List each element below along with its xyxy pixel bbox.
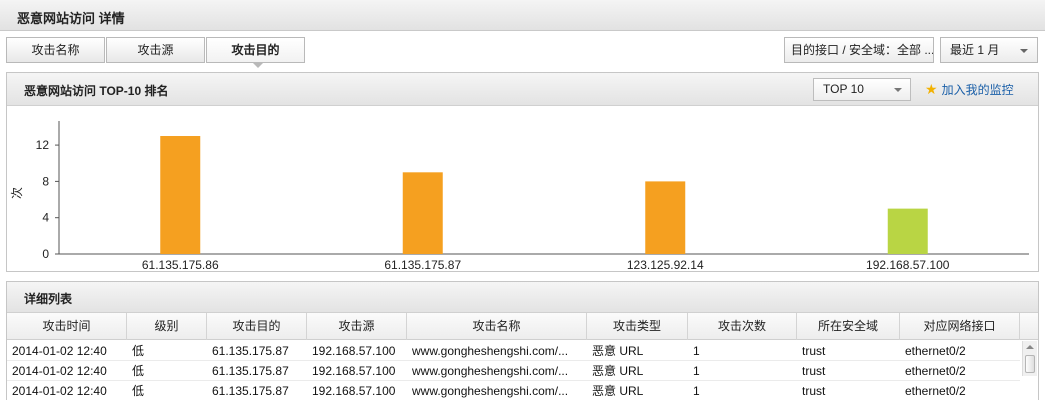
table-cell: 恶意 URL (592, 364, 644, 378)
column-header[interactable]: 攻击次数 (688, 313, 797, 340)
interface-filter[interactable]: 目的接口 / 安全域：全部 ... (784, 37, 934, 63)
scroll-thumb[interactable] (1025, 355, 1035, 373)
period-select-label: 最近 1 月 (950, 43, 1000, 57)
table-header: 攻击时间 级别 攻击目的 攻击源 攻击名称 攻击类型 攻击次数 所在安全域 对应网络接口 (7, 313, 1038, 340)
y-tick-label: 0 (42, 247, 49, 261)
top-n-label: TOP 10 (823, 82, 864, 96)
bar (160, 136, 201, 254)
table-cell: 1 (693, 364, 700, 378)
star-icon: ★ (925, 81, 938, 97)
table-cell: 1 (693, 384, 700, 398)
page-title: 恶意网站访问 详情 (17, 11, 125, 26)
bar (887, 208, 928, 254)
scroll-up-icon[interactable] (1026, 345, 1034, 349)
tab-attack-source[interactable]: 攻击源 (106, 37, 205, 63)
table-cell: ethernet0/2 (905, 344, 966, 358)
y-tick-label: 12 (36, 138, 50, 152)
ranking-chart-area: 0 4 8 12 次 61.135.175.86 61.135.175.87 123.125.… (7, 107, 1038, 272)
page-header: 恶意网站访问 详情 (0, 0, 1045, 31)
column-header[interactable]: 攻击目的 (207, 313, 307, 340)
tab-attack-target[interactable]: 攻击目的 (206, 37, 305, 68)
bar-chart: 0 4 8 12 次 61.135.175.86 61.135.175.87 123.125.… (10, 121, 1029, 272)
column-header[interactable]: 对应网络接口 (900, 313, 1020, 340)
column-header[interactable]: 攻击类型 (587, 313, 688, 340)
table-cell: 2014-01-02 12:40 (12, 364, 107, 378)
x-tick-label: 192.168.57.100 (866, 258, 950, 271)
table-row[interactable]: 2014-01-02 12:40 低 61.135.175.87 192.168.57… (7, 341, 1020, 361)
x-tick-label: 61.135.175.87 (384, 258, 461, 271)
table-cell: ethernet0/2 (905, 384, 966, 398)
add-monitor-label: 加入我的监控 (941, 83, 1014, 97)
x-tick-label: 123.125.92.14 (627, 258, 704, 271)
table-row[interactable]: 2014-01-02 12:40 低 61.135.175.87 192.168.57… (7, 381, 1020, 400)
y-axis-label: 次 (10, 187, 24, 199)
detail-panel-header: 详细列表 (7, 282, 1038, 313)
table-cell: 低 (132, 364, 145, 378)
ranking-panel: 恶意网站访问 TOP-10 排名 TOP 10 ★ 加入我的监控 0 4 8 12 次 61… (6, 72, 1039, 272)
table-cell: trust (802, 364, 826, 378)
chevron-down-icon (1020, 49, 1028, 53)
ranking-title: 恶意网站访问 TOP-10 排名 (24, 84, 169, 98)
y-tick-label: 4 (42, 211, 49, 225)
table-cell: 61.135.175.87 (212, 344, 289, 358)
tab-attack-name[interactable]: 攻击名称 (6, 37, 105, 63)
x-tick-label: 61.135.175.86 (142, 258, 219, 271)
column-header[interactable]: 攻击名称 (407, 313, 587, 340)
table-cell: trust (802, 384, 826, 398)
vertical-scrollbar[interactable] (1022, 341, 1037, 376)
chevron-down-icon (894, 88, 902, 92)
table-cell: 61.135.175.87 (212, 384, 289, 398)
table-cell: 低 (132, 384, 145, 398)
period-select[interactable]: 最近 1 月 (940, 37, 1038, 63)
table-cell: trust (802, 344, 826, 358)
table-row[interactable]: 2014-01-02 12:40 低 61.135.175.87 192.168.57… (7, 361, 1020, 381)
interface-filter-label: 目的接口 / 安全域：全部 ... (791, 43, 934, 57)
table-cell: 2014-01-02 12:40 (12, 384, 107, 398)
table-cell: 192.168.57.100 (312, 364, 396, 378)
ranking-panel-header: 恶意网站访问 TOP-10 排名 TOP 10 ★ 加入我的监控 (7, 73, 1038, 106)
table-cell: 61.135.175.87 (212, 364, 289, 378)
table-cell: www.gonghesheng​shi.com/... (412, 384, 569, 398)
table-cell: www.gonghesheng​shi.com/... (412, 344, 569, 358)
bar (645, 181, 686, 254)
table-cell: 2014-01-02 12:40 (12, 344, 107, 358)
y-tick-label: 8 (42, 174, 49, 188)
column-header[interactable]: 攻击时间 (7, 313, 127, 340)
table-cell: www.gonghesheng​shi.com/... (412, 364, 569, 378)
detail-panel: 详细列表 攻击时间 级别 攻击目的 攻击源 攻击名称 攻击类型 攻击次数 所在安全域 对应网络接… (6, 281, 1039, 400)
bar (402, 172, 443, 254)
column-header[interactable]: 所在安全域 (797, 313, 900, 340)
top-n-select[interactable]: TOP 10 (813, 78, 911, 101)
table-cell: 192.168.57.100 (312, 344, 396, 358)
table-cell: 1 (693, 344, 700, 358)
table-cell: 恶意 URL (592, 344, 644, 358)
table-cell: 低 (132, 344, 145, 358)
add-monitor-link[interactable]: ★ 加入我的监控 (925, 81, 1014, 98)
column-header[interactable]: 攻击源 (307, 313, 407, 340)
table-cell: 192.168.57.100 (312, 384, 396, 398)
detail-title: 详细列表 (24, 292, 73, 306)
table-cell: ethernet0/2 (905, 364, 966, 378)
column-header[interactable]: 级别 (127, 313, 207, 340)
table-cell: 恶意 URL (592, 384, 644, 398)
